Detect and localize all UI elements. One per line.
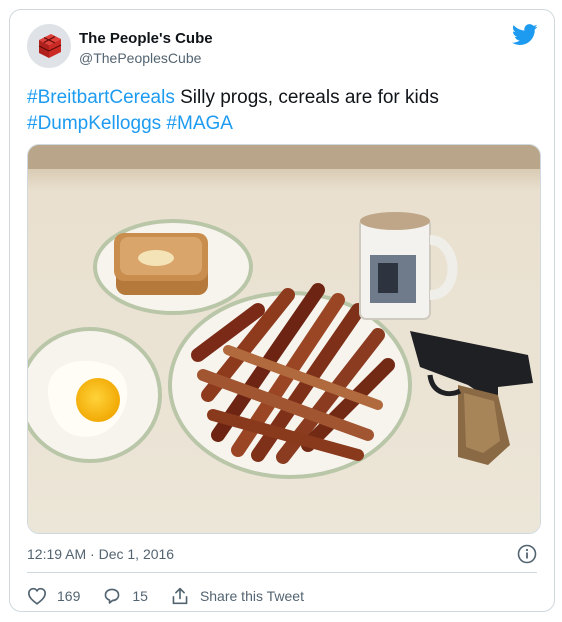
tweet-photo[interactable] <box>27 144 541 534</box>
display-name[interactable]: The People's Cube <box>79 30 213 47</box>
tweet-body-text: Silly progs, cereals are for kids <box>174 87 439 108</box>
tweet-timestamp[interactable]: 12:19 AM · Dec 1, 2016 <box>27 546 174 562</box>
divider <box>27 572 537 573</box>
reply-count: 15 <box>132 588 148 604</box>
tweet-actions: 169 15 Share this Tweet <box>27 582 326 610</box>
heart-icon <box>27 587 47 605</box>
share-label: Share this Tweet <box>199 588 304 604</box>
like-count: 169 <box>57 588 81 604</box>
reply-icon <box>104 588 120 604</box>
avatar[interactable] <box>27 24 71 68</box>
reply-button[interactable]: 15 <box>102 587 148 605</box>
hashtag-link[interactable]: #DumpKelloggs <box>27 113 161 134</box>
tweet-text: #BreitbartCereals Silly progs, cereals a… <box>27 85 537 137</box>
hashtag-link[interactable]: #BreitbartCereals <box>27 87 175 108</box>
twitter-bird-icon[interactable] <box>512 24 538 46</box>
like-button[interactable]: 169 <box>27 587 80 605</box>
info-icon[interactable] <box>517 544 537 564</box>
hashtag-link[interactable]: #MAGA <box>166 113 233 134</box>
tweet-card: The People's Cube @ThePeoplesCube #Breit… <box>9 9 555 612</box>
share-button[interactable]: Share this Tweet <box>170 587 304 605</box>
user-handle[interactable]: @ThePeoplesCube <box>79 50 201 66</box>
share-icon <box>172 587 188 605</box>
